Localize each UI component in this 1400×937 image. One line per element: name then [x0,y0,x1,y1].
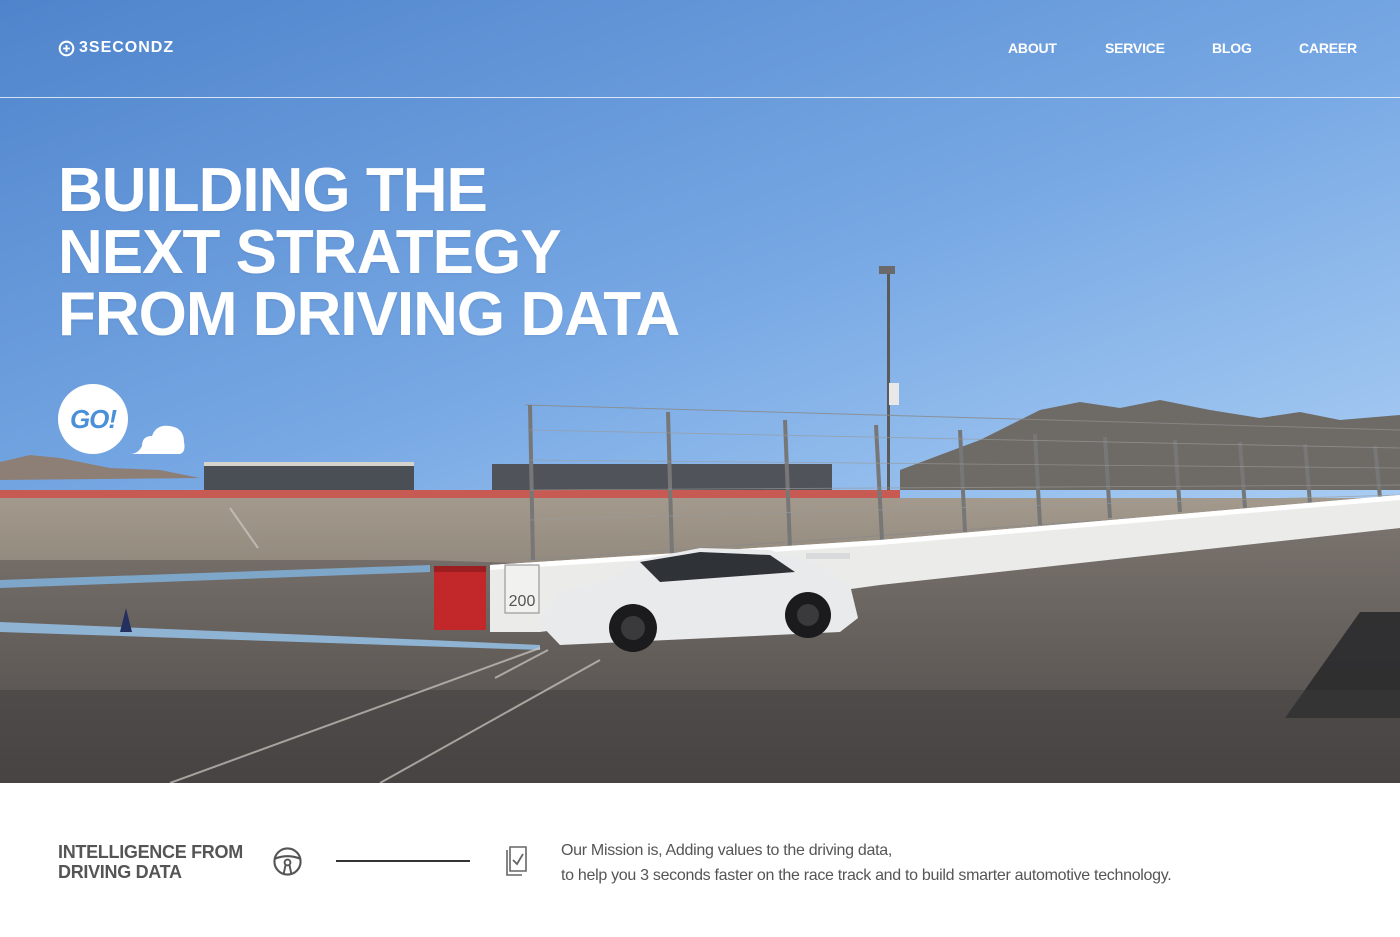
mission-line-2: to help you 3 seconds faster on the race… [561,867,1172,884]
steering-wheel-icon [273,847,302,876]
hero-section: 200 3SECONDZ ABOUT SERVICE BLOG CAREER B… [0,0,1400,783]
logo[interactable]: 3SECONDZ [58,38,174,58]
logo-text: 3SECONDZ [79,39,175,56]
go-label: GO! [69,403,117,434]
hero-headline: BUILDING THE NEXT STRATEGY FROM DRIVING … [58,156,680,349]
headline-line-2: NEXT STRATEGY [58,218,562,287]
hero-photo-race-track: 200 [0,0,1400,783]
cloud-icon [130,425,185,454]
mission-text: Our Mission is, Adding values to the dri… [561,838,1172,888]
nav-service[interactable]: SERVICE [1105,40,1165,56]
divider-line [336,860,470,862]
nav-about[interactable]: ABOUT [1008,40,1057,56]
strip-title: INTELLIGENCE FROM DRIVING DATA [58,842,243,882]
go-button[interactable]: GO! [58,384,128,454]
headline-line-3: FROM DRIVING DATA [58,280,680,349]
strip-title-line-1: INTELLIGENCE FROM [58,842,243,862]
nav-career[interactable]: CAREER [1299,40,1357,56]
speed-sign-text: 200 [509,593,536,610]
logo-mark-icon [58,40,75,56]
headline-line-1: BUILDING THE [58,156,488,225]
document-check-icon [506,846,527,876]
site-header: 3SECONDZ ABOUT SERVICE BLOG CAREER [0,0,1400,98]
mission-line-1: Our Mission is, Adding values to the dri… [561,842,892,859]
nav-blog[interactable]: BLOG [1212,40,1252,56]
strip-title-line-2: DRIVING DATA [58,862,182,882]
intro-strip: INTELLIGENCE FROM DRIVING DATA Our Missi… [0,783,1400,937]
